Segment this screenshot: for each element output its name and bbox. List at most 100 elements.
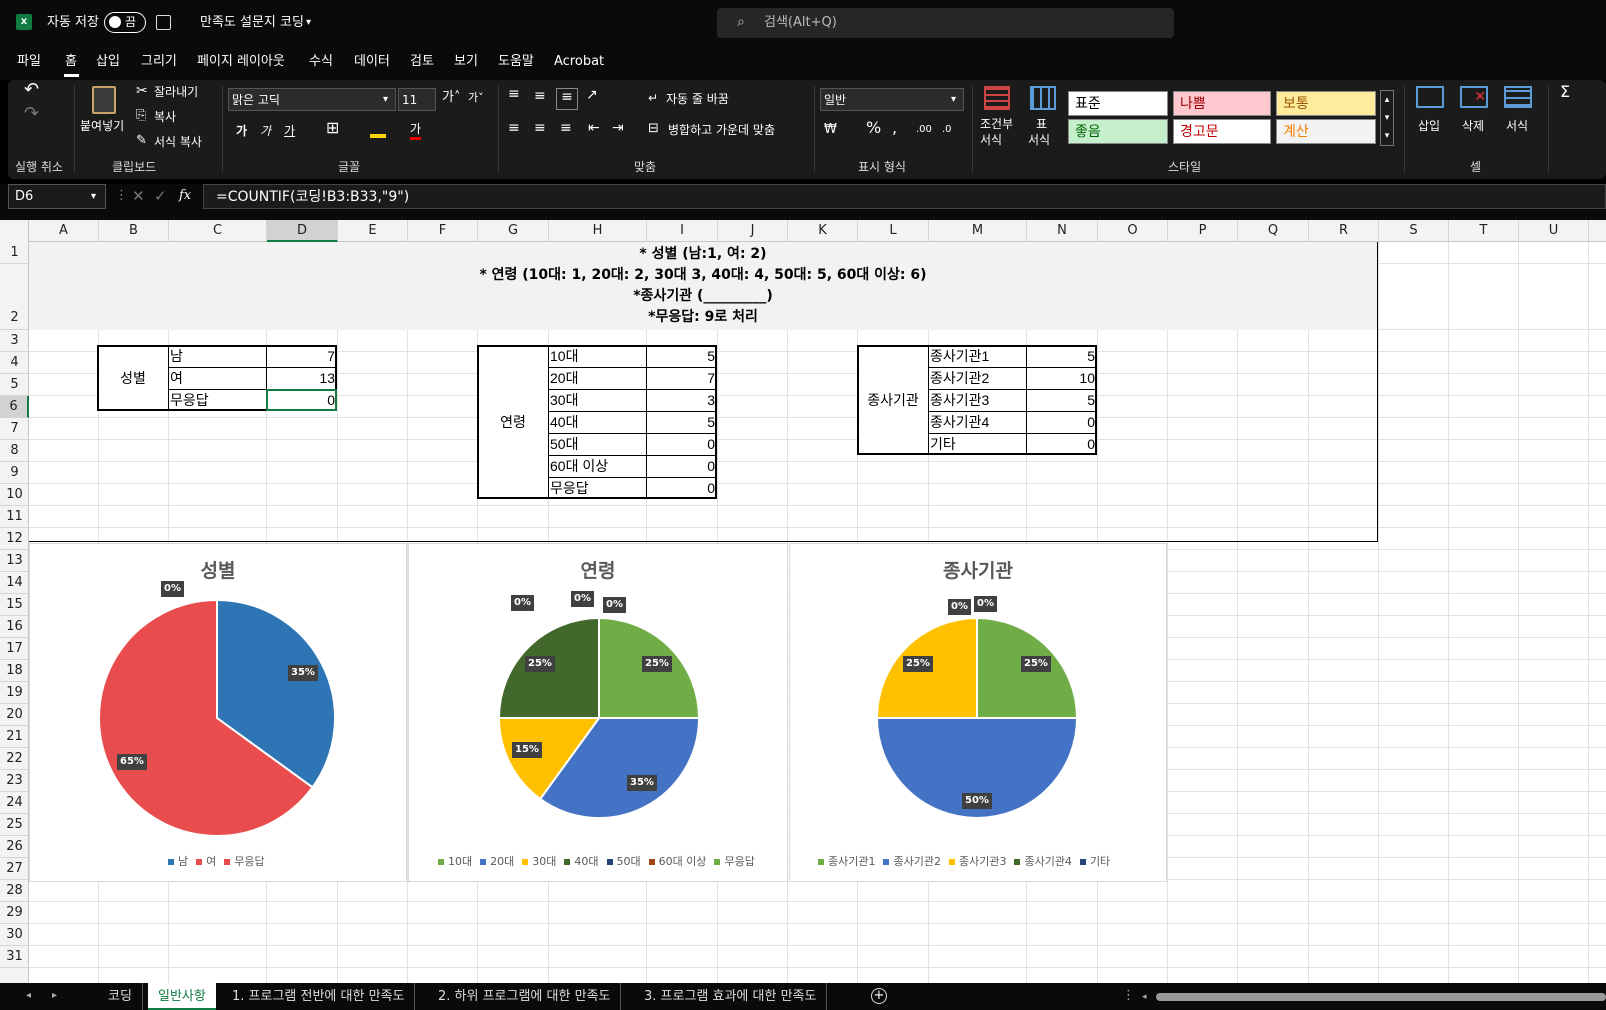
menu-data[interactable]: 데이터 (354, 54, 390, 70)
decrease-decimal-icon[interactable]: .0 (942, 122, 952, 138)
scroll-left-icon[interactable]: ◂ (26, 988, 31, 1004)
column-header[interactable]: T (1449, 220, 1519, 242)
format-painter-button[interactable]: 서식 복사 (154, 134, 202, 150)
cancel-icon[interactable]: ✕ (132, 188, 145, 204)
percent-icon[interactable]: % (866, 120, 881, 136)
menu-page-layout[interactable]: 페이지 레이아웃 (197, 54, 285, 70)
underline-icon[interactable]: 가 (284, 123, 295, 139)
redo-icon[interactable]: ↷ (24, 105, 39, 123)
style-normal[interactable]: 표준 (1068, 91, 1168, 116)
wrap-text-button[interactable]: 자동 줄 바꿈 (666, 91, 729, 107)
org-category-cell[interactable]: 종사기관2 (930, 368, 989, 388)
org-category-cell[interactable]: 종사기관4 (930, 412, 989, 432)
age-count-cell[interactable]: 7 (647, 368, 715, 388)
row-header[interactable]: 26 (0, 836, 29, 858)
row-header[interactable]: 13 (0, 550, 29, 572)
org-count-cell[interactable]: 5 (1027, 390, 1095, 410)
conditional-format-label-2[interactable]: 서식 (980, 132, 1002, 148)
menu-review[interactable]: 검토 (410, 54, 434, 70)
age-count-cell[interactable]: 5 (647, 346, 715, 366)
menu-view[interactable]: 보기 (454, 54, 478, 70)
org-count-cell[interactable]: 5 (1027, 346, 1095, 366)
menu-home[interactable]: 홈 (65, 54, 77, 70)
column-header[interactable]: M (929, 220, 1027, 242)
cut-button[interactable]: 잘라내기 (154, 84, 198, 100)
chart-gender[interactable] (29, 543, 407, 882)
style-warning[interactable]: 경고문 (1173, 119, 1271, 144)
age-count-cell[interactable]: 0 (647, 456, 715, 476)
row-header[interactable]: 3 (0, 330, 29, 352)
gender-category-cell[interactable]: 무응답 (170, 390, 209, 410)
font-name-select[interactable]: 맑은 고딕 ▾ (228, 88, 396, 111)
horizontal-scrollbar[interactable] (1156, 993, 1606, 1001)
column-header[interactable]: R (1309, 220, 1379, 242)
org-count-cell[interactable]: 0 (1027, 434, 1095, 454)
cut-icon[interactable]: ✂ (136, 83, 148, 99)
org-category-cell[interactable]: 종사기관1 (930, 346, 989, 366)
column-header[interactable]: G (478, 220, 549, 242)
delete-cells-button[interactable]: 삭제 (1462, 118, 1484, 134)
conditional-format-label-1[interactable]: 조건부 (980, 116, 1013, 132)
align-right-icon[interactable]: ≡ (560, 120, 572, 136)
insert-cells-button[interactable]: 삽입 (1418, 118, 1440, 134)
column-header[interactable]: I (647, 220, 718, 242)
gender-category-cell[interactable]: 남 (170, 346, 183, 366)
format-as-table-label-2[interactable]: 서식 (1028, 132, 1050, 148)
insert-cells-icon[interactable] (1416, 86, 1444, 108)
gender-label[interactable]: 성별 (97, 368, 169, 388)
increase-decimal-icon[interactable]: .00 (916, 122, 932, 138)
row-header[interactable]: 19 (0, 682, 29, 704)
styles-scroll[interactable]: ▴ ▾ ▾ (1380, 90, 1394, 146)
row-header[interactable]: 2 (0, 264, 29, 330)
more-icon[interactable]: ⋮ (1122, 988, 1135, 1004)
column-header[interactable]: B (99, 220, 169, 242)
align-left-icon[interactable]: ≡ (508, 120, 520, 136)
row-header[interactable]: 7 (0, 418, 29, 440)
age-count-cell[interactable]: 3 (647, 390, 715, 410)
merge-center-button[interactable]: 병합하고 가운데 맞춤 (668, 122, 775, 138)
age-count-cell[interactable]: 0 (647, 434, 715, 454)
search-box[interactable]: ⌕ 검색(Alt+Q) (717, 8, 1174, 38)
grow-font-icon[interactable]: 가˄ (442, 90, 460, 106)
format-as-table-icon[interactable] (1030, 86, 1056, 110)
add-sheet-button[interactable]: + (871, 988, 887, 1004)
age-label[interactable]: 연령 (477, 412, 549, 432)
select-all-button[interactable] (0, 220, 29, 242)
format-cells-button[interactable]: 서식 (1506, 118, 1528, 134)
align-middle-icon[interactable]: ≡ (534, 88, 546, 104)
scroll-right-icon[interactable]: ▸ (52, 988, 57, 1004)
wrap-text-icon[interactable]: ↵ (648, 90, 658, 106)
row-header[interactable]: 27 (0, 858, 29, 880)
sheet-tab-overall[interactable]: 1. 프로그램 전반에 대한 만족도 (222, 983, 416, 1010)
worksheet[interactable]: ABCDEFGHIJKLMNOPQRSTU 1 2 3 4 5 6 7 8 9 10 11 12 13 1… (0, 220, 1606, 983)
shrink-font-icon[interactable]: 가˅ (468, 90, 484, 106)
row-header[interactable]: 20 (0, 704, 29, 726)
save-icon[interactable] (156, 15, 171, 30)
column-header[interactable]: C (169, 220, 267, 242)
copy-icon[interactable]: ⎘ (136, 108, 146, 124)
row-header[interactable]: 22 (0, 748, 29, 770)
align-bottom-icon[interactable]: ≡ (556, 88, 578, 110)
row-header[interactable]: 21 (0, 726, 29, 748)
row-header[interactable]: 23 (0, 770, 29, 792)
age-category-cell[interactable]: 무응답 (550, 478, 589, 498)
age-count-cell[interactable]: 5 (647, 412, 715, 432)
row-header[interactable]: 8 (0, 440, 29, 462)
age-category-cell[interactable]: 60대 이상 (550, 456, 608, 476)
row-header[interactable]: 18 (0, 660, 29, 682)
row-header[interactable]: 31 (0, 946, 29, 968)
borders-icon[interactable]: ⊞ (326, 120, 339, 136)
undo-icon[interactable]: ↶ (24, 81, 39, 99)
row-header[interactable]: 17 (0, 638, 29, 660)
org-category-cell[interactable]: 기타 (930, 434, 956, 454)
column-header[interactable]: J (718, 220, 788, 242)
row-header[interactable]: 12 (0, 528, 29, 550)
column-header[interactable]: K (788, 220, 858, 242)
active-cell-d6[interactable] (266, 389, 337, 411)
menu-draw[interactable]: 그리기 (141, 54, 177, 70)
merge-center-icon[interactable]: ⊟ (648, 121, 659, 137)
style-good[interactable]: 좋음 (1068, 119, 1168, 144)
column-header[interactable]: N (1027, 220, 1098, 242)
scroll-left-icon[interactable]: ◂ (1142, 989, 1147, 1005)
row-header[interactable]: 15 (0, 594, 29, 616)
